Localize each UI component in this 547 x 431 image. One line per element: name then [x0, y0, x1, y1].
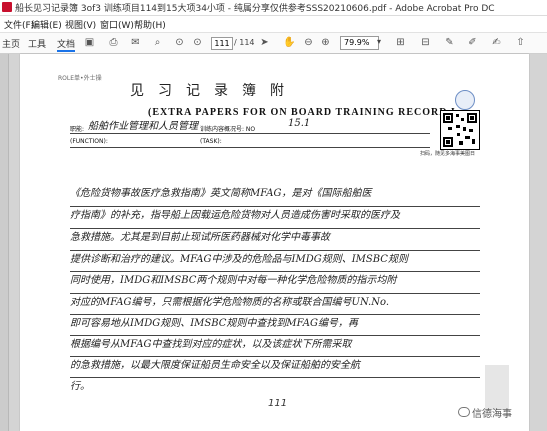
select-arrow-icon[interactable]: ➤: [259, 37, 270, 48]
zoom-out-icon[interactable]: ⊖: [303, 37, 314, 48]
tab-document[interactable]: 文档: [57, 37, 76, 52]
email-icon[interactable]: ✉: [130, 37, 141, 48]
share-icon[interactable]: ⇧: [515, 37, 526, 48]
menu-bar: 文件(F) 编辑(E) 视图(V) 窗口(W) 帮助(H): [0, 16, 547, 33]
task-label: (TASK):: [200, 138, 222, 145]
item-label: 训练内容概况号: NO: [200, 126, 256, 133]
page-title: 见习记录簿附: [130, 83, 298, 99]
watermark-box: [485, 365, 509, 410]
handwritten-line-8: 根据编号从MFAG中查找到对应的症状，以及该症状下所需采取: [70, 339, 352, 350]
scroll-mode-icon[interactable]: ⊟: [420, 37, 431, 48]
handwritten-line-10: 行。: [70, 381, 90, 392]
zoom-in-icon[interactable]: ⊕: [320, 37, 331, 48]
qr-label: 扫码，随见多海事美图日: [420, 151, 476, 157]
menu-window[interactable]: 窗口(W): [100, 18, 134, 31]
handwritten-line-2: 疗指南》的补充，指导船上因载运危险货物对人员造成伤害时采取的医疗及: [70, 210, 400, 221]
zoom-level-input[interactable]: 79.9%: [340, 36, 379, 50]
hand-tool-icon[interactable]: ✋: [283, 37, 295, 48]
menu-file[interactable]: 文件(F): [4, 18, 34, 31]
page-total: / 114: [234, 38, 255, 47]
handwritten-line-7: 即可容易地从IMDG规则、IMSBC规则中查找到MFAG编号，再: [70, 318, 358, 329]
running-head: ROLE单•外士操: [58, 75, 102, 82]
menu-view[interactable]: 视图(V): [65, 18, 96, 31]
print-icon[interactable]: ⎙: [108, 37, 119, 48]
sign-icon[interactable]: ✍: [491, 37, 502, 48]
menu-edit[interactable]: 编辑(E): [31, 18, 62, 31]
rule-line: [70, 133, 430, 134]
position-label: 职能:: [70, 126, 85, 133]
tab-home[interactable]: 主页: [2, 37, 20, 50]
next-page-icon[interactable]: ⊙: [192, 37, 203, 48]
handwritten-line-4: 提供诊断和治疗的建议。MFAG中涉及的危险品与IMDG规则、IMSBC规则: [70, 254, 408, 265]
handwritten-line-6: 对应的MFAG编号，只需根据化学危险物质的名称或联合国编号UN.No.: [70, 297, 390, 308]
function-label: (FUNCTION):: [70, 138, 108, 145]
wechat-icon: [458, 407, 470, 417]
handwritten-line-1: 《危险货物事故医疗急救指南》英文简称MFAG，是对《国际船舶医: [70, 188, 372, 199]
left-navigation-rail[interactable]: [0, 54, 9, 431]
rule-line: [70, 377, 480, 378]
handwritten-line-9: 的急救措施，以最大限度保证船员生命安全以及保证船舶的安全航: [70, 360, 360, 371]
zoom-dropdown-icon[interactable]: ▾: [377, 37, 381, 46]
acrobat-app-icon: [2, 2, 12, 12]
toolbar: 主页 工具 文档 ▣ ⎙ ✉ ⌕ ⊙ ⊙ ➤ ✋ ⊖ ⊕ ⊞ ⊟ ✎ ✐ ✍ ⇧: [0, 33, 547, 54]
page-number-input[interactable]: 111: [211, 37, 233, 50]
window-title: 船长见习记录簿 3of3 训练项目114到15大项34小项 - 纯属分享仅供参考…: [15, 4, 495, 14]
menu-help[interactable]: 帮助(H): [134, 18, 166, 31]
search-icon[interactable]: ⌕: [152, 37, 163, 48]
page-number: 111: [268, 398, 288, 409]
watermark-text: 信德海事: [472, 409, 512, 420]
prev-page-icon[interactable]: ⊙: [174, 37, 185, 48]
position-value: 船舶作业管理和人员管理: [88, 121, 198, 132]
fit-page-icon[interactable]: ⊞: [395, 37, 406, 48]
rule-line: [70, 147, 430, 148]
title-bar: 船长见习记录簿 3of3 训练项目114到15大项34小项 - 纯属分享仅供参考…: [0, 0, 547, 16]
save-icon[interactable]: ▣: [84, 37, 95, 48]
tab-tools[interactable]: 工具: [28, 37, 46, 50]
qr-code-icon: [440, 110, 480, 150]
item-value: 15.1: [288, 118, 311, 129]
handwritten-line-3: 急救措施。尤其是到目前止现试所医药器械对化学中毒事故: [70, 232, 330, 243]
handwritten-line-5: 同时使用，IMDG和IMSBC两个规则中对每一种化学危险物质的指示均附: [70, 275, 397, 286]
highlight-icon[interactable]: ✐: [467, 37, 478, 48]
logo-seal: [455, 90, 475, 110]
comment-icon[interactable]: ✎: [444, 37, 455, 48]
